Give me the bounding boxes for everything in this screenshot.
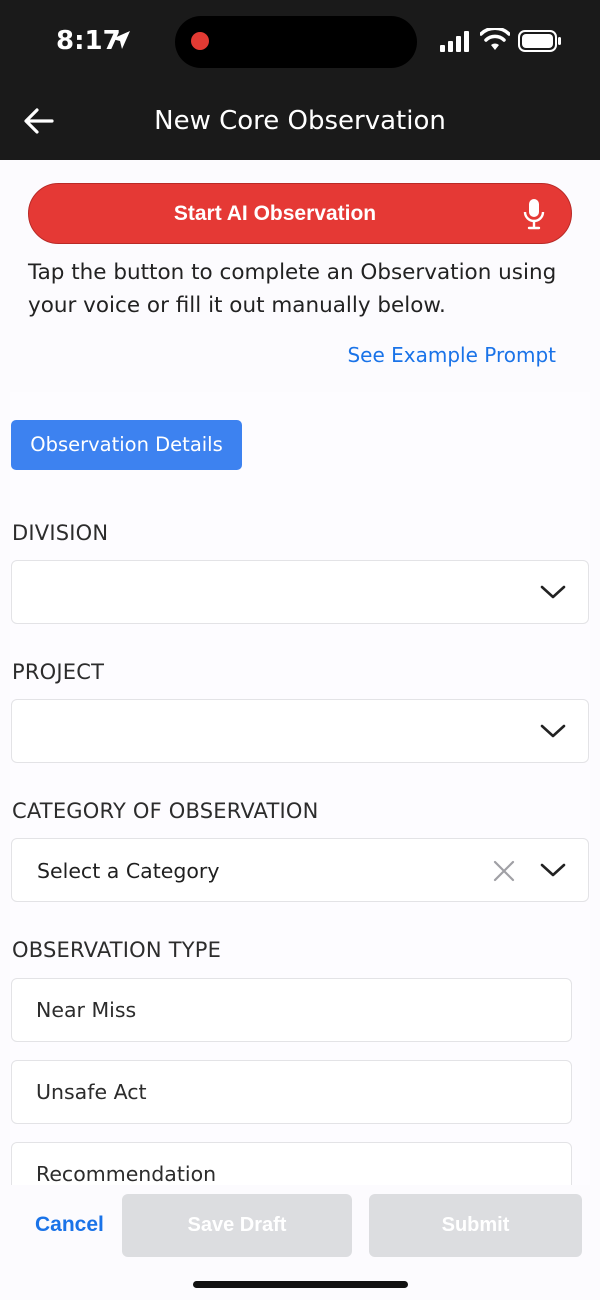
submit-button[interactable]: Submit — [369, 1194, 582, 1257]
start-ai-observation-button[interactable]: Start AI Observation — [28, 183, 572, 244]
clear-x-icon[interactable] — [492, 859, 516, 883]
battery-icon — [518, 30, 561, 52]
wifi-icon — [480, 28, 510, 50]
division-label: DIVISION — [12, 521, 109, 545]
page-title: New Core Observation — [154, 106, 446, 136]
tab-observation-details[interactable]: Observation Details — [11, 420, 242, 470]
ai-button-label: Start AI Observation — [173, 202, 377, 225]
observation-type-option-label: Recommendation — [36, 1162, 217, 1186]
top-bar: 8:17 New Core Observation — [0, 0, 600, 160]
location-arrow-icon — [112, 31, 130, 49]
project-select[interactable] — [11, 699, 589, 763]
intro-text: Tap the button to complete an Observatio… — [28, 260, 557, 318]
recording-indicator-icon — [191, 32, 209, 50]
observation-type-option-label: Unsafe Act — [36, 1080, 147, 1104]
category-select[interactable]: Select a Category — [11, 838, 589, 902]
dynamic-island — [175, 16, 417, 68]
save-draft-button[interactable]: Save Draft — [122, 1194, 352, 1257]
home-indicator[interactable] — [193, 1281, 408, 1288]
microphone-icon — [523, 199, 545, 230]
cancel-button[interactable]: Cancel — [35, 1213, 104, 1237]
observation-type-option[interactable]: Near Miss — [11, 978, 572, 1042]
category-label: CATEGORY OF OBSERVATION — [12, 799, 319, 823]
observation-type-label: OBSERVATION TYPE — [12, 938, 222, 962]
division-select[interactable] — [11, 560, 589, 624]
observation-type-option[interactable]: Unsafe Act — [11, 1060, 572, 1124]
category-value: Select a Category — [37, 859, 220, 883]
see-example-prompt-link[interactable]: See Example Prompt — [347, 343, 556, 367]
chevron-down-icon — [540, 863, 566, 877]
chevron-down-icon — [540, 724, 566, 738]
observation-type-option-label: Near Miss — [36, 998, 137, 1022]
cellular-signal-icon — [440, 31, 469, 52]
project-label: PROJECT — [12, 660, 105, 684]
chevron-down-icon — [540, 585, 566, 599]
